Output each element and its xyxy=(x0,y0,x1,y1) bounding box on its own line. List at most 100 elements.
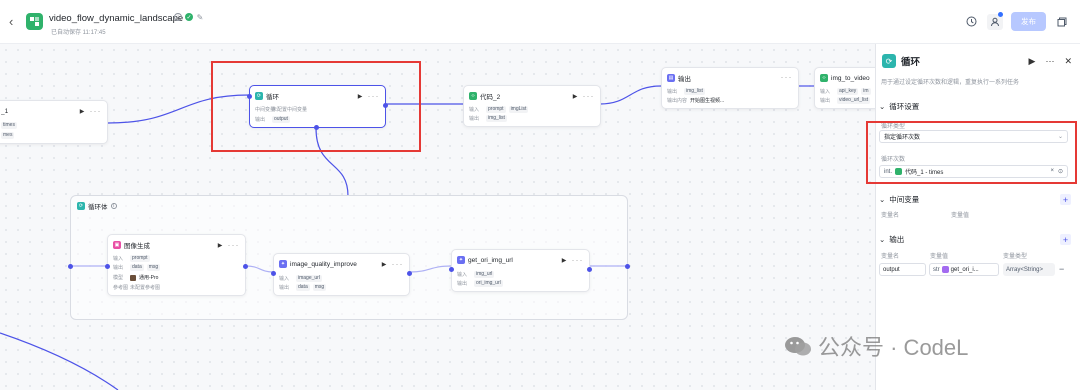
chevron-down-icon: ⌄ xyxy=(879,102,886,111)
output-name-input[interactable]: output xyxy=(879,263,926,276)
node-title: 图像生成 xyxy=(124,243,150,250)
node-run-menu[interactable]: ▶ ··· xyxy=(382,261,404,268)
row-key: 输出内容 xyxy=(667,98,688,104)
top-bar: ‹ video_flow_dynamic_landscape i ✓ ✎ 已自动… xyxy=(0,0,1080,44)
node-run-menu[interactable]: ▶ ··· xyxy=(218,242,240,249)
row-value: 开始图生视频... xyxy=(690,98,725,104)
notification-badge xyxy=(998,11,1003,17)
loop-body-title: 循环体 xyxy=(88,204,108,211)
publish-button[interactable]: 发布 xyxy=(1011,12,1046,31)
plugin-icon xyxy=(941,266,949,273)
row-key: 参考图 xyxy=(113,285,129,291)
close-icon[interactable]: ✕ xyxy=(1064,56,1072,67)
history-icon[interactable] xyxy=(963,14,979,30)
wechat-logo-icon xyxy=(784,335,812,357)
plugin-icon: ✦ xyxy=(457,256,465,264)
row-key: 输出 xyxy=(667,89,678,95)
output-port[interactable] xyxy=(587,267,592,272)
section-title: 中间变量 xyxy=(889,195,920,204)
node-menu[interactable]: ··· xyxy=(781,75,793,81)
var-tag: data xyxy=(130,264,144,271)
row-key: 输出 xyxy=(820,98,831,104)
node-run-menu[interactable]: ▶ ··· xyxy=(573,93,595,100)
output-node[interactable]: ▤ 输出 ··· 输出 img_list 输出内容 开始图生视频... xyxy=(661,67,799,109)
code-icon: ‹› xyxy=(820,74,828,82)
row-key: 输出 xyxy=(457,281,468,287)
section-title: 输出 xyxy=(889,235,905,244)
col-value: 变量值 xyxy=(951,213,970,219)
input-port[interactable] xyxy=(271,271,276,276)
var-tag: img_list xyxy=(684,88,705,95)
message-icon: ▤ xyxy=(667,74,675,82)
loop-icon: ⟳ xyxy=(77,202,85,210)
img-to-video-node[interactable]: ‹› img_to_video 输入 api_key im 输出 video_url_… xyxy=(814,67,884,109)
watermark: 公众号 · CodeL xyxy=(784,330,968,362)
var-tag: ori_img_url xyxy=(474,280,503,287)
watermark-text: 公众号 · CodeL xyxy=(818,335,969,360)
col-value: 变量值 xyxy=(930,254,949,260)
node-title: get_ori_img_url xyxy=(468,256,513,264)
var-tag: api_key xyxy=(837,88,859,95)
output-type-badge: Array<String> xyxy=(1003,263,1055,276)
image-gen-icon: ▣ xyxy=(113,241,121,249)
back-icon[interactable]: ‹ xyxy=(9,14,13,29)
row-key: 输入 xyxy=(279,276,290,282)
row-key: 输出 xyxy=(113,265,124,271)
more-icon[interactable]: ··· xyxy=(1045,56,1054,67)
collaborators-icon[interactable] xyxy=(987,11,1003,30)
var-tag: im xyxy=(861,88,871,95)
output-port[interactable] xyxy=(407,271,412,276)
input-port[interactable] xyxy=(449,267,454,272)
node-title: img_to_video xyxy=(831,74,870,82)
loop-body-in-port[interactable] xyxy=(68,264,73,269)
workflow-title: video_flow_dynamic_landscape xyxy=(49,13,184,24)
chevron-down-icon: ⌄ xyxy=(879,195,886,204)
status-check-icon: ✓ xyxy=(185,13,193,21)
code1-node[interactable]: _1 ▶ ··· times mes xyxy=(0,100,108,144)
row-key: 输出 xyxy=(279,285,290,291)
output-port[interactable] xyxy=(243,264,248,269)
intermediate-header[interactable]: ⌄ 中间变量 xyxy=(879,194,919,205)
remove-icon[interactable]: − xyxy=(1059,264,1064,274)
output-header[interactable]: ⌄ 输出 xyxy=(879,234,904,245)
info-icon[interactable]: i xyxy=(110,203,117,209)
row-key: 输入 xyxy=(469,107,480,113)
type-value: Array<String> xyxy=(1006,266,1044,273)
copy-icon[interactable] xyxy=(1054,14,1070,30)
var-tag: data xyxy=(296,284,310,291)
add-output-button[interactable]: + xyxy=(1060,234,1071,245)
type-prefix: str xyxy=(933,266,940,273)
loop-body-out-port[interactable] xyxy=(625,264,630,269)
node-title: 代码_2 xyxy=(480,94,501,101)
node-run-menu[interactable]: ▶ ··· xyxy=(80,108,102,115)
row-key: 输入 xyxy=(113,256,124,262)
output-value-select[interactable]: str get_ori_i... xyxy=(929,263,999,276)
node-run-menu[interactable]: ▶ ··· xyxy=(562,257,584,264)
loop-settings-header[interactable]: ⌄ 循环设置 xyxy=(879,101,919,112)
get-ori-img-node[interactable]: ✦ get_ori_img_url ▶ ··· 输入 img_url 输出 ori_… xyxy=(449,249,592,292)
plugin-icon: ✦ xyxy=(279,260,287,268)
var-tag: image_url xyxy=(296,275,322,282)
chevron-down-icon: ⌄ xyxy=(879,235,886,244)
edit-icon[interactable]: ✎ xyxy=(196,13,204,22)
row-key: 输入 xyxy=(820,89,831,95)
run-icon[interactable]: ▶ xyxy=(1029,56,1036,67)
var-tag: prompt xyxy=(486,106,506,113)
input-port[interactable] xyxy=(105,264,110,269)
highlight-box xyxy=(866,121,1077,184)
code2-node[interactable]: ‹› 代码_2 ▶ ··· 输入 prompt imgList 输出 img_list xyxy=(463,85,601,127)
var-tag: msg xyxy=(146,264,161,271)
var-tag: msg xyxy=(312,284,327,291)
image-quality-node[interactable]: ✦ image_quality_improve ▶ ··· 输入 image_ur… xyxy=(271,253,412,296)
col-name: 变量名 xyxy=(881,254,900,260)
node-title: 输出 xyxy=(678,76,691,83)
image-gen-node[interactable]: ▣ 图像生成 ▶ ··· 输入 prompt 输出 data msg 模型 通用-Pro… xyxy=(105,234,248,296)
model-icon xyxy=(130,274,136,281)
node-title: image_quality_improve xyxy=(290,260,357,268)
panel-description: 用于通过设定循环次数和逻辑，重复执行一系列任务 xyxy=(881,80,1020,86)
add-intermediate-button[interactable]: + xyxy=(1060,194,1071,205)
var-tag: mes xyxy=(1,132,15,139)
var-tag: img_url xyxy=(474,271,495,278)
info-icon[interactable]: i xyxy=(174,13,182,21)
row-key: 模型 xyxy=(113,275,124,281)
